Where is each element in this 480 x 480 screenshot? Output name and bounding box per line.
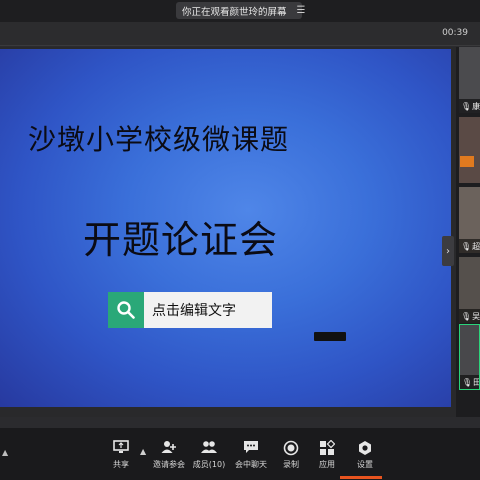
person-icon: [460, 156, 474, 167]
members-button[interactable]: 成员(10): [189, 440, 229, 476]
participant-tile-active[interactable]: 🎙田: [459, 324, 480, 390]
slide-mini-controls[interactable]: [314, 332, 346, 341]
mic-icon: 🎙: [461, 241, 472, 251]
participant-name: 超: [472, 241, 480, 251]
apps-button[interactable]: 应用: [307, 439, 347, 476]
share-banner-text: 你正在观看颜世玲的屏幕: [182, 6, 287, 18]
slide-title-line1: 沙墩小学校级微课题: [28, 123, 290, 156]
chat-icon: [231, 440, 271, 458]
share-label: 共享: [113, 460, 129, 469]
gear-icon: [345, 440, 385, 458]
chevron-right-icon[interactable]: ›: [442, 236, 454, 266]
meeting-timer: 00:39: [442, 28, 468, 38]
apps-icon: [307, 439, 347, 458]
participant-name: 田: [473, 377, 479, 388]
meeting-toolbar: ▲ 共享 ▲ 邀请参会 成员(10) 会中聊天 录制 应用 设置: [0, 428, 480, 480]
mic-icon: 🎙: [461, 311, 472, 321]
share-screen-icon: [101, 440, 141, 458]
settings-button[interactable]: 设置: [345, 440, 385, 476]
record-button[interactable]: 录制: [271, 440, 311, 476]
list-icon[interactable]: ☰: [297, 5, 306, 16]
highlight-bar: [340, 476, 382, 479]
mic-icon: 🎙: [461, 101, 472, 111]
slide-edit-placeholder: 点击编辑文字: [108, 292, 272, 328]
members-icon: [189, 440, 229, 458]
participant-strip: 🎙康 🎙超 🎙吴 🎙田: [456, 47, 480, 417]
record-icon: [271, 440, 311, 458]
chat-button[interactable]: 会中聊天: [231, 440, 271, 476]
screen-share-indicator[interactable]: 你正在观看颜世玲的屏幕 ☰: [176, 2, 305, 19]
members-label: 成员(10): [192, 460, 226, 469]
chat-label: 会中聊天: [235, 460, 267, 469]
top-banner: 你正在观看颜世玲的屏幕 ☰: [0, 0, 480, 22]
participant-tile[interactable]: [459, 117, 480, 183]
edit-text-label: 点击编辑文字: [144, 292, 272, 328]
chevron-up-icon[interactable]: ▲: [140, 447, 146, 456]
participant-tile[interactable]: 🎙 吴: [459, 257, 480, 323]
participant-tile[interactable]: 🎙 康: [459, 47, 480, 113]
mic-icon: 🎙: [462, 377, 473, 387]
settings-label: 设置: [357, 460, 373, 469]
add-user-icon: [149, 440, 189, 458]
invite-label: 邀请参会: [153, 460, 185, 469]
chevron-up-icon[interactable]: ▲: [2, 448, 8, 457]
share-button[interactable]: 共享: [101, 440, 141, 476]
search-icon: [108, 292, 144, 328]
participant-tile[interactable]: 🎙 超: [459, 187, 480, 253]
invite-button[interactable]: 邀请参会: [149, 440, 189, 476]
meeting-header: 00:39: [0, 22, 480, 46]
participant-name: 吴: [472, 311, 480, 321]
record-label: 录制: [283, 460, 299, 469]
participant-name: 康: [472, 101, 480, 111]
apps-label: 应用: [319, 460, 335, 469]
slide-title-line2: 开题论证会: [83, 218, 279, 262]
